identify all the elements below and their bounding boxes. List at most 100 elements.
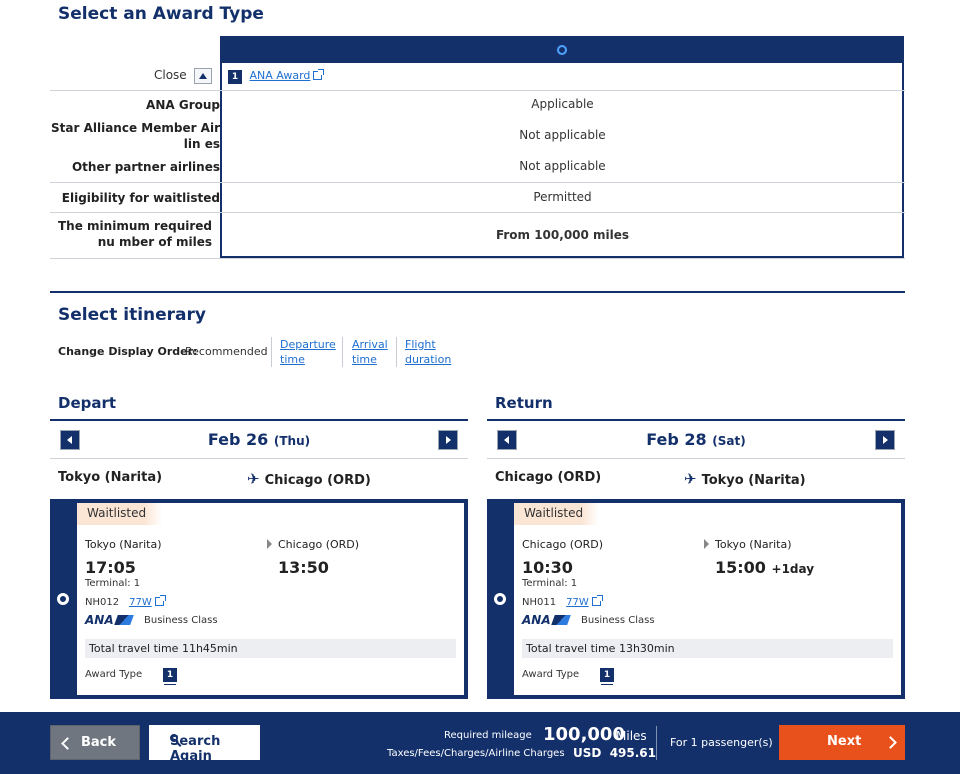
min-miles-row: The minimum required nu mber of miles Fr… [50, 213, 905, 259]
arr-city: Chicago (ORD) [278, 538, 360, 551]
depart-date-bar: Feb 26 (Thu) [50, 421, 468, 459]
arr-city-wrap: Chicago (ORD) [267, 538, 359, 551]
dep-city: Chicago (ORD) [522, 538, 604, 551]
arr-time: 13:50 [278, 558, 329, 577]
flight-select-radio[interactable] [57, 593, 69, 605]
airline-applicability-row: ANA Group Applicable Star Alliance Membe… [50, 91, 905, 183]
terminal: Terminal: 1 [522, 578, 578, 589]
collapse-up-icon[interactable] [194, 68, 212, 84]
sort-current: Recommended [185, 345, 268, 358]
taxes-label: Taxes/Fees/Charges/Airline Charges [387, 748, 565, 759]
return-origin: Chicago (ORD) [495, 470, 602, 485]
dep-city: Tokyo (Narita) [85, 538, 162, 551]
arr-time: 15:00 [715, 558, 766, 577]
award-type-badge: 1 [163, 668, 177, 682]
depart-date-text: Feb 26 [207, 430, 269, 449]
next-label: Next [827, 734, 862, 749]
return-column: Return Feb 28 (Sat) Chicago (ORD) ✈ Tokyo… [487, 390, 905, 699]
sort-separator [271, 337, 272, 367]
row-label-ana-group: ANA Group [146, 98, 220, 112]
flight-details: Waitlisted Tokyo (Narita) 17:05 Chicago … [77, 503, 464, 695]
external-link-icon [313, 69, 325, 80]
arr-city-wrap: Tokyo (Narita) [704, 538, 791, 551]
arrow-right-icon [704, 539, 709, 549]
close-label[interactable]: Close [154, 68, 187, 82]
depart-destination: Chicago (ORD) [264, 473, 371, 488]
aircraft-link[interactable]: 77W [566, 597, 589, 608]
return-date-text: Feb 28 [646, 430, 707, 449]
row-value-other-partners: Not applicable [519, 159, 606, 173]
airplane-icon: ✈ [684, 470, 697, 488]
depart-origin: Tokyo (Narita) [58, 470, 163, 485]
waitlisted-badge: Waitlisted [514, 503, 600, 525]
mileage-unit: Miles [616, 729, 647, 743]
depart-destination-wrap: ✈ Chicago (ORD) [247, 470, 371, 488]
dep-time: 17:05 [85, 558, 136, 577]
next-button[interactable]: Next [779, 725, 905, 760]
ana-award-link[interactable]: ANA Award [250, 69, 311, 82]
ana-logo: ANA [85, 613, 132, 627]
terminal: Terminal: 1 [85, 578, 141, 589]
next-day-icon[interactable] [875, 430, 895, 450]
section-divider [50, 291, 905, 293]
footer-bar: Back Search Again Required mileage 100,0… [0, 712, 960, 774]
row-label-star-alliance: Star Alliance Member Airlin es [51, 121, 220, 151]
flight-info: NH012 77W [85, 595, 166, 608]
sort-flight-duration[interactable]: Flight duration [405, 337, 455, 367]
award-type: Award Type 1 [522, 668, 614, 682]
passenger-count: For 1 passenger(s) [670, 736, 773, 749]
required-mileage-value: 100,000 [543, 724, 625, 745]
back-button[interactable]: Back [50, 725, 140, 760]
row-value-ana-group: Applicable [531, 97, 594, 111]
search-again-button[interactable]: Search Again [149, 725, 260, 764]
row-value-waitlist: Permitted [533, 190, 592, 204]
arrow-right-icon [267, 539, 272, 549]
ana-logo: ANA [522, 613, 569, 627]
next-day-icon[interactable] [438, 430, 458, 450]
arr-time-wrap: 13:50 [278, 558, 329, 577]
sort-label: Change Display Order: [58, 345, 198, 358]
back-label: Back [81, 735, 117, 750]
taxes-value: USD 495.61 [573, 746, 657, 760]
waitlist-row: Eligibility for waitlisted Permitted [50, 183, 905, 213]
sort-departure-time[interactable]: Departure time [280, 337, 336, 367]
award-type-table: Close 1 ANA Award ANA Group Applicable S… [50, 36, 905, 259]
row-value-min-miles: From 100,000 miles [495, 228, 630, 242]
sort-order-bar: Change Display Order: Recommended Depart… [58, 337, 458, 367]
footer-separator [656, 726, 657, 760]
award-type-label: Award Type [522, 669, 580, 680]
return-date-bar: Feb 28 (Sat) [487, 421, 905, 459]
cabin-class: Business Class [144, 615, 218, 626]
return-date: Feb 28 (Sat) [487, 430, 905, 449]
award-type-title: Select an Award Type [58, 4, 264, 24]
airplane-icon: ✈ [247, 470, 260, 488]
row-label-min-miles: The minimum required nu mber of miles [58, 219, 212, 249]
total-travel-time: Total travel time 13h30min [522, 639, 893, 658]
flight-number: NH011 [522, 597, 557, 608]
external-link-icon [591, 595, 603, 606]
sort-separator [342, 337, 343, 367]
search-again-label: Search Again [170, 734, 221, 764]
flight-select-radio[interactable] [494, 593, 506, 605]
flight-details: Waitlisted Chicago (ORD) 10:30 Tokyo (Na… [514, 503, 901, 695]
arr-offset: +1day [771, 562, 815, 576]
sort-arrival-time[interactable]: Arrival time [352, 337, 392, 367]
flight-info: NH011 77W [522, 595, 603, 608]
depart-day: (Thu) [273, 434, 311, 448]
depart-column: Depart Feb 26 (Thu) Tokyo (Narita) ✈ Chic… [50, 390, 468, 699]
total-travel-time: Total travel time 11h45min [85, 639, 456, 658]
depart-flight-card[interactable]: Waitlisted Tokyo (Narita) 17:05 Chicago … [50, 499, 468, 699]
arr-time-wrap: 15:00 +1day [715, 558, 814, 577]
select-itinerary-title: Select itinerary [58, 305, 206, 325]
cabin-class: Business Class [581, 615, 655, 626]
waitlisted-badge: Waitlisted [77, 503, 163, 525]
award-badge: 1 [228, 70, 242, 84]
aircraft-link[interactable]: 77W [129, 597, 152, 608]
arr-city: Tokyo (Narita) [715, 538, 792, 551]
return-flight-card[interactable]: Waitlisted Chicago (ORD) 10:30 Tokyo (Na… [487, 499, 905, 699]
return-destination-wrap: ✈ Tokyo (Narita) [684, 470, 806, 488]
external-link-icon [154, 595, 166, 606]
award-type-label: Award Type [85, 669, 143, 680]
required-mileage-label: Required mileage [444, 730, 532, 741]
return-day: (Sat) [712, 434, 746, 448]
